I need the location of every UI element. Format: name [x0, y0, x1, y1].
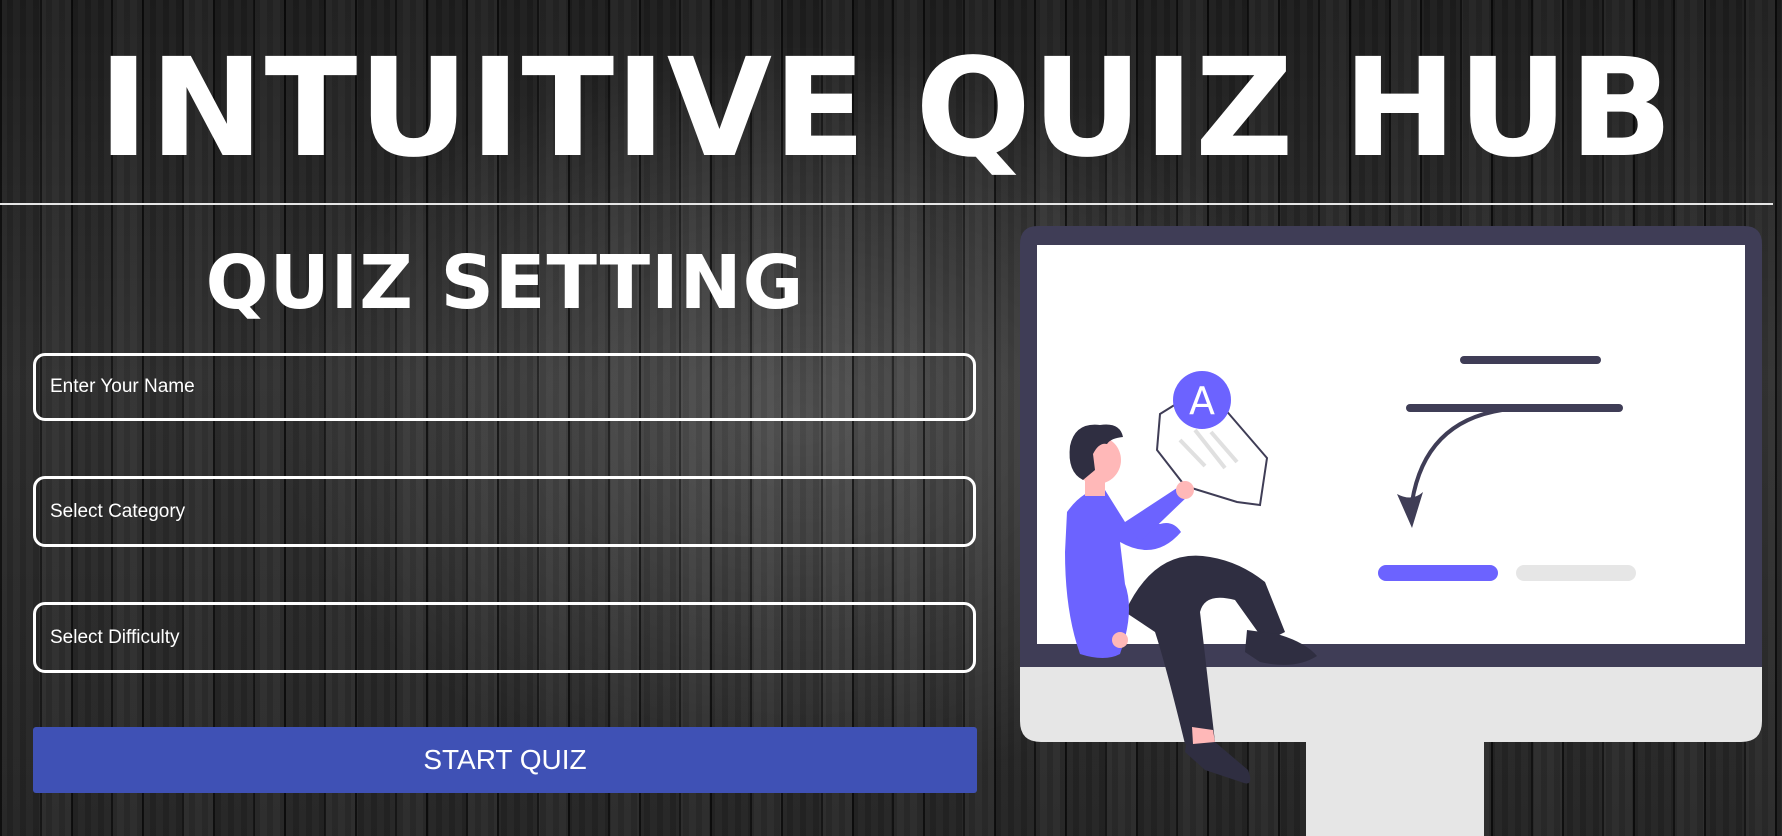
- category-select[interactable]: Select Category: [33, 476, 976, 547]
- answer-badge-letter: A: [1189, 379, 1215, 423]
- screen-line-long: [1406, 404, 1623, 412]
- start-quiz-button[interactable]: START QUIZ: [33, 727, 977, 793]
- quiz-setting-title: QUIZ SETTING: [205, 240, 805, 326]
- category-select-label: Select Category: [50, 500, 186, 522]
- quiz-illustration: A: [1020, 226, 1762, 836]
- app-title: INTUITIVE QUIZ HUB: [98, 30, 1674, 188]
- name-input[interactable]: [33, 353, 976, 421]
- monitor-base: [1020, 667, 1762, 742]
- screen-progress-filled: [1378, 565, 1498, 581]
- screen-progress-empty: [1516, 565, 1636, 581]
- screen-line-short: [1460, 356, 1601, 364]
- difficulty-select-label: Select Difficulty: [50, 626, 180, 648]
- person-shoe-left: [1185, 737, 1251, 784]
- difficulty-select[interactable]: Select Difficulty: [33, 602, 976, 673]
- header-divider: [0, 203, 1773, 205]
